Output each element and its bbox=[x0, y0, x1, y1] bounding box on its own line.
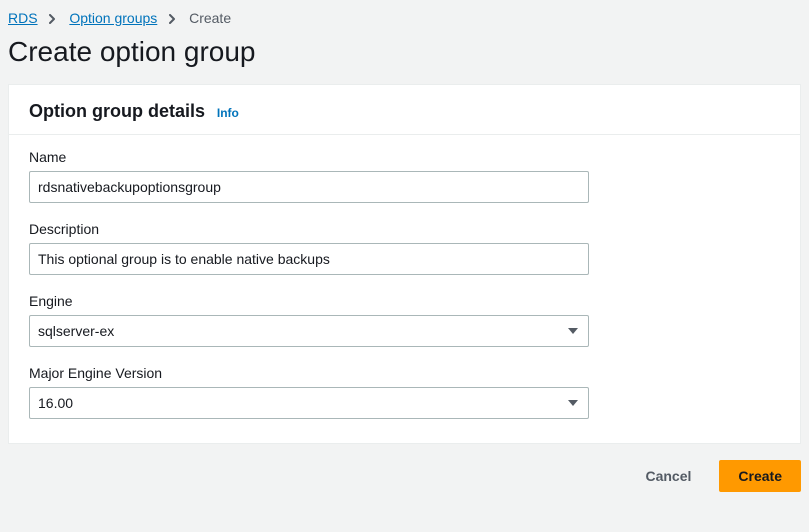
cancel-button[interactable]: Cancel bbox=[627, 460, 709, 492]
field-engine: Engine sqlserver-ex bbox=[29, 293, 780, 347]
panel-body: Name Description Engine sqlserver-ex Maj… bbox=[9, 135, 800, 443]
breadcrumb: RDS Option groups Create bbox=[0, 0, 809, 32]
description-label: Description bbox=[29, 221, 780, 237]
name-label: Name bbox=[29, 149, 780, 165]
page-title: Create option group bbox=[0, 32, 809, 84]
major-engine-version-label: Major Engine Version bbox=[29, 365, 780, 381]
panel-title: Option group details bbox=[29, 101, 205, 121]
footer-actions: Cancel Create bbox=[0, 444, 809, 492]
field-description: Description bbox=[29, 221, 780, 275]
field-name: Name bbox=[29, 149, 780, 203]
caret-down-icon bbox=[568, 328, 578, 334]
chevron-right-icon bbox=[49, 10, 61, 26]
name-input[interactable] bbox=[29, 171, 589, 203]
option-group-details-panel: Option group details Info Name Descripti… bbox=[8, 84, 801, 444]
major-engine-version-value: 16.00 bbox=[38, 395, 73, 411]
engine-select[interactable]: sqlserver-ex bbox=[29, 315, 589, 347]
caret-down-icon bbox=[568, 400, 578, 406]
breadcrumb-link-rds[interactable]: RDS bbox=[8, 10, 38, 26]
info-link[interactable]: Info bbox=[217, 106, 239, 120]
chevron-right-icon bbox=[169, 10, 181, 26]
create-button[interactable]: Create bbox=[719, 460, 801, 492]
panel-header: Option group details Info bbox=[9, 85, 800, 135]
description-input[interactable] bbox=[29, 243, 589, 275]
field-major-engine-version: Major Engine Version 16.00 bbox=[29, 365, 780, 419]
major-engine-version-select[interactable]: 16.00 bbox=[29, 387, 589, 419]
engine-label: Engine bbox=[29, 293, 780, 309]
breadcrumb-link-option-groups[interactable]: Option groups bbox=[69, 10, 157, 26]
breadcrumb-current: Create bbox=[189, 10, 231, 26]
engine-value: sqlserver-ex bbox=[38, 323, 114, 339]
